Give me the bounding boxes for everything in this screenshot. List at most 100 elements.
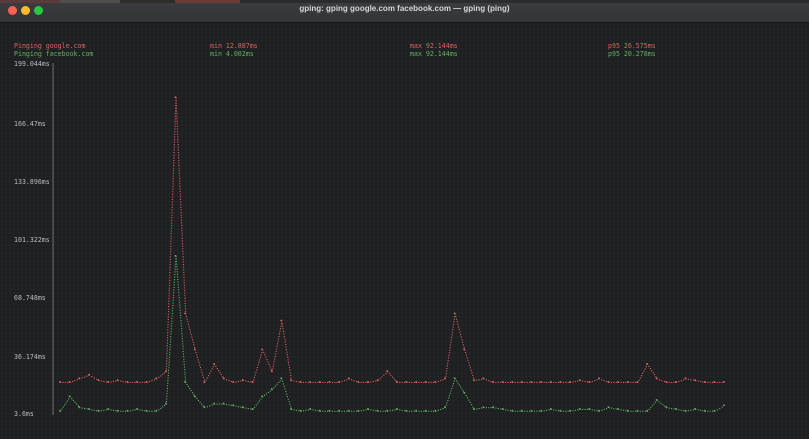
data-point [396,381,398,383]
trace-dot [462,344,464,346]
trace-dot [68,398,70,400]
data-point [68,395,71,398]
trace-dot [185,310,187,312]
trace-dot [175,258,177,260]
trace-dot [72,399,74,401]
trace-dot [615,381,617,383]
trace-dot [286,393,288,395]
trace-dot [179,307,181,309]
trace-dot [709,381,711,383]
window-title: gping: gping google.com facebook.com — g… [299,4,510,13]
trace-dot [519,381,521,383]
trace-dot [173,284,175,286]
trace-dot [194,346,196,348]
terminal-content: Pinging google.com min 12.887ms max 92.1… [0,23,809,439]
series-layer [59,96,725,412]
trace-dot [174,112,176,114]
trace-dot [132,409,134,411]
trace-dot [469,367,471,369]
trace-dot [177,276,179,278]
trace-dot [177,152,179,154]
trace-dot [105,381,107,383]
trace-dot [317,410,319,412]
data-point [222,377,225,380]
trace-dot [172,191,174,193]
trace-dot [177,144,179,146]
trace-dot [183,361,185,363]
data-point [444,406,446,408]
trace-dot [168,362,170,364]
trace-dot [183,279,185,281]
data-point [627,409,629,412]
trace-dot [74,401,76,403]
trace-dot [275,353,277,355]
trace-dot [485,407,487,409]
trace-dot [430,381,432,383]
trace-dot [256,366,258,368]
trace-dot [199,364,201,366]
trace-dot [183,363,185,365]
trace-dot [481,407,483,409]
data-point [107,381,109,383]
data-point [694,379,696,381]
trace-dot [177,146,179,148]
trace-dot [448,397,450,399]
trace-dot [268,363,270,365]
trace-dot [574,409,576,411]
trace-dot [181,235,183,237]
trace-dot [100,410,102,412]
trace-dot [91,376,93,378]
trace-dot [171,225,173,227]
trace-dot [115,410,117,412]
trace-dot [228,404,230,406]
trace-dot [452,383,454,385]
data-point [636,381,639,383]
data-point [492,406,494,408]
trace-dot [307,381,309,383]
trace-dot [168,364,170,366]
trace-dot [267,391,269,393]
trace-dot [683,410,685,412]
trace-dot [172,294,174,296]
trace-dot [519,410,521,412]
trace-dot [179,304,181,306]
data-point [213,402,215,405]
trace-dot [716,381,718,383]
trace-dot [450,390,452,392]
trace-dot [176,115,178,117]
trace-dot [447,360,449,362]
trace-dot [635,381,637,383]
trace-dot [139,409,141,411]
trace-dot [385,372,387,374]
trace-dot [238,381,240,383]
trace-dot [303,410,305,412]
data-point [174,96,177,99]
trace-dot [272,368,274,370]
trace-dot [177,281,179,283]
data-point [424,409,427,412]
trace-dot [461,339,463,341]
trace-dot [188,326,190,328]
trace-dot [458,328,460,330]
trace-dot [413,381,415,383]
trace-dot [284,341,286,343]
trace-dot [171,315,173,317]
trace-dot [169,279,171,281]
trace-dot [420,381,422,383]
data-point [107,408,109,410]
trace-dot [187,321,189,323]
trace-dot [172,178,174,180]
trace-dot [178,170,180,172]
trace-dot [285,349,287,351]
trace-dot [77,405,79,407]
trace-dot [303,381,305,383]
trace-dot [129,381,131,383]
trace-dot [163,404,165,406]
trace-dot [182,340,184,342]
trace-dot [96,410,98,412]
trace-dot [255,371,257,373]
trace-dot [170,235,172,237]
data-point [704,381,706,383]
trace-dot [250,408,252,410]
trace-dot [169,274,171,276]
